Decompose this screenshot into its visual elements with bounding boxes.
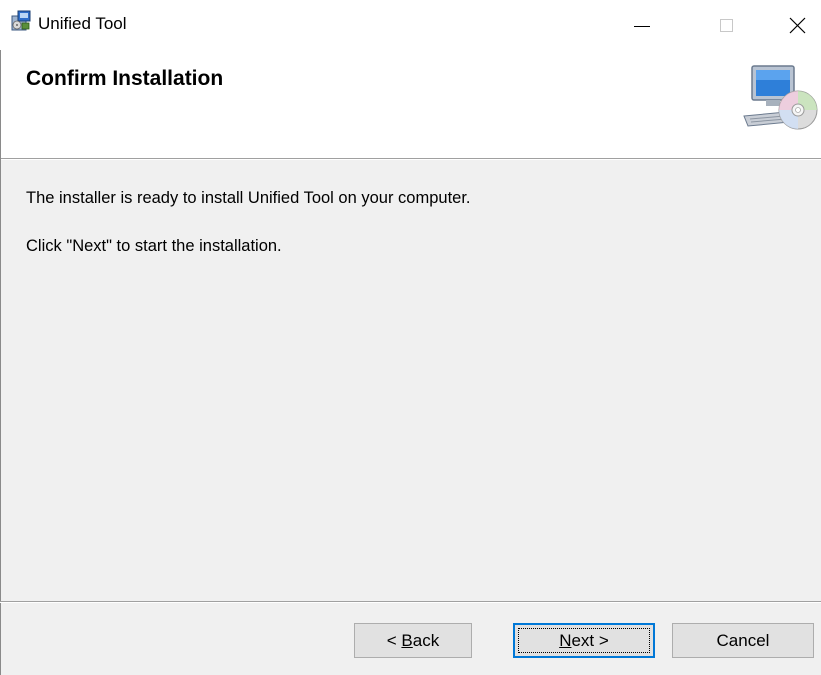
close-icon — [789, 17, 805, 33]
close-button[interactable] — [768, 0, 821, 50]
title-bar[interactable]: Unified Tool — [0, 0, 821, 50]
installer-app-icon — [11, 10, 31, 31]
back-button-label: ack — [412, 630, 440, 650]
installer-window: Unified Tool Confirm Installation The in… — [0, 0, 821, 675]
window-left-border — [0, 50, 1, 675]
back-button[interactable]: < Back — [354, 623, 472, 658]
minimize-icon — [634, 25, 650, 27]
maximize-icon — [719, 18, 733, 32]
header-banner: Confirm Installation — [0, 50, 821, 158]
back-button-prefix: < — [386, 630, 402, 650]
next-button[interactable]: Next > — [513, 623, 655, 658]
page-title: Confirm Installation — [26, 67, 224, 90]
window-title: Unified Tool — [38, 14, 127, 33]
next-button-label: ext > — [571, 630, 609, 650]
back-button-mnemonic: B — [401, 630, 413, 650]
ready-message: The installer is ready to install Unifie… — [26, 189, 471, 207]
banner-divider-highlight — [0, 159, 821, 160]
cancel-button[interactable]: Cancel — [672, 623, 814, 658]
minimize-button[interactable] — [613, 0, 671, 50]
computer-cd-icon — [743, 65, 818, 130]
next-button-mnemonic: N — [559, 630, 572, 650]
footer-divider-highlight — [0, 602, 821, 603]
instruction-message: Click "Next" to start the installation. — [26, 237, 282, 255]
maximize-button[interactable] — [697, 0, 755, 50]
